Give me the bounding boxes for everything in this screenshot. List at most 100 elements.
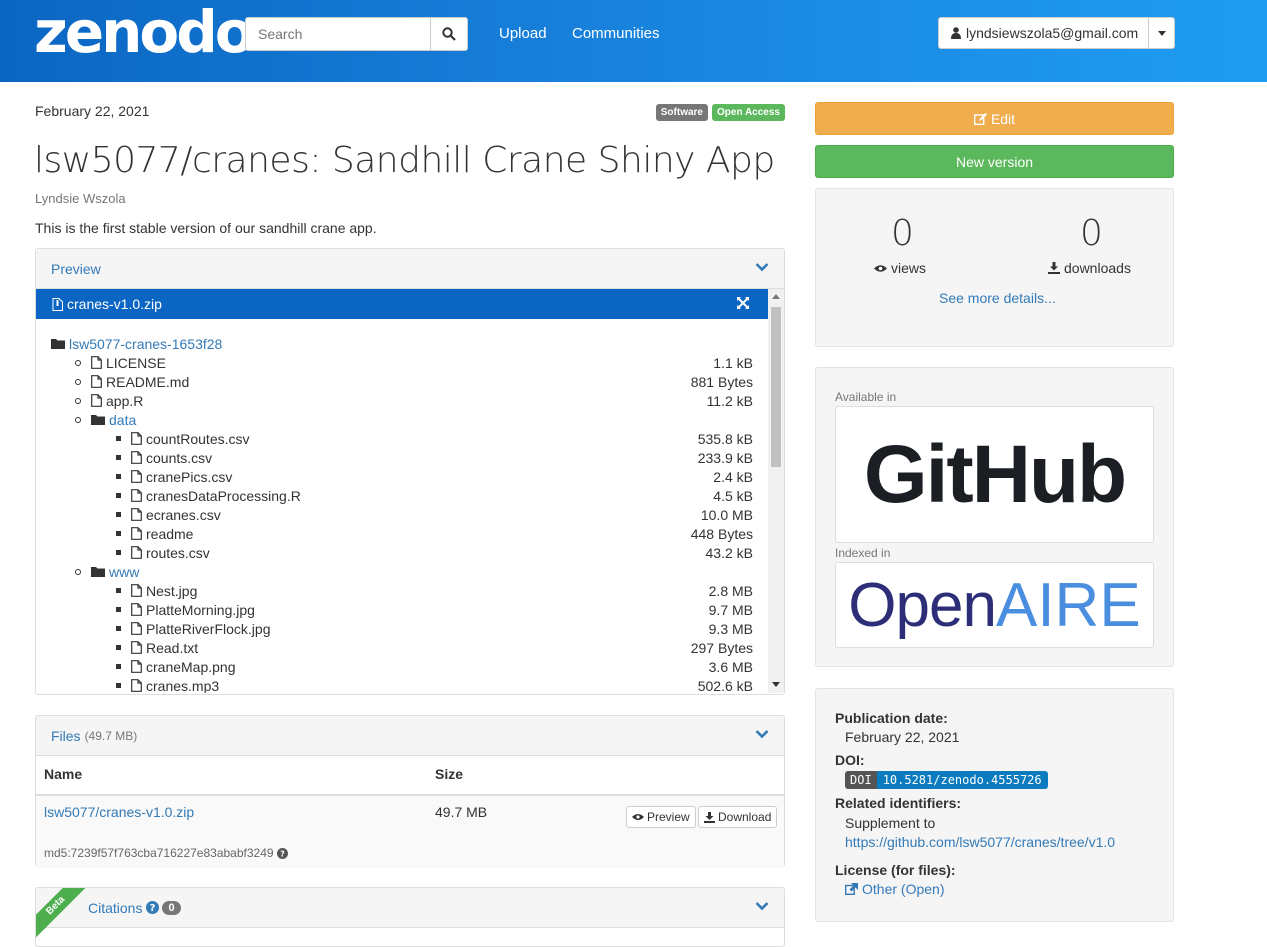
chevron-down-icon[interactable] [755,901,769,911]
tree-file-item: countRoutes.csv 535.8 kB [36,429,768,448]
tree-file-item: Nest.jpg 2.8 MB [36,581,768,600]
badge-software: Software [655,104,708,121]
file-icon [91,375,102,388]
preview-scrollbar[interactable] [768,289,784,693]
tree-file-item: cranePics.csv 2.4 kB [36,467,768,486]
tree-file-item: app.R 11.2 kB [36,391,768,410]
tree-file-item: counts.csv 233.9 kB [36,448,768,467]
scroll-thumb[interactable] [771,307,781,467]
badge-open-access: Open Access [712,104,785,121]
file-icon [131,470,142,483]
search-input[interactable] [245,17,431,51]
external-link-icon [845,883,858,895]
indexed-well: Available in GitHub Indexed in Open AIRE [815,367,1174,667]
edit-button[interactable]: Edit [815,102,1174,135]
chevron-down-icon[interactable] [755,729,769,739]
folder-name[interactable]: www [109,564,139,580]
zenodo-logo[interactable]: zenodo [34,2,255,62]
doi-badge[interactable]: DOI 10.5281/zenodo.4555726 [845,771,1048,789]
search-icon [442,27,456,41]
user-menu[interactable]: lyndsiewszola5@gmail.com [938,17,1175,49]
fullscreen-icon[interactable] [736,296,750,310]
scroll-down-icon[interactable] [772,682,780,687]
publication-date-label: Publication date: [835,710,948,726]
file-name: cranePics.csv [146,468,233,485]
file-size: 4.5 kB [713,487,753,504]
related-identifiers-label: Related identifiers: [835,795,962,811]
files-heading-label: Files [51,727,81,744]
files-heading[interactable]: Files (49.7 MB) [36,716,784,756]
preview-heading[interactable]: Preview [36,249,784,289]
list-bullet [116,607,121,612]
tree-file-item: LICENSE 1.1 kB [36,353,768,372]
record-author[interactable]: Lyndsie Wszola [35,191,126,206]
new-version-label: New version [955,153,1034,170]
publication-date: February 22, 2021 [845,729,960,745]
preview-button[interactable]: Preview [626,806,696,828]
file-name: counts.csv [146,449,213,466]
folder-name[interactable]: lsw5077-cranes-1653f28 [69,336,222,352]
user-menu-toggle[interactable] [1148,18,1174,48]
tree-file-item: cranes.mp3 502.6 kB [36,676,768,693]
file-size: 49.7 MB [435,804,488,820]
help-icon[interactable]: ? [276,847,288,859]
zip-file-icon [52,297,63,311]
file-icon [131,508,142,521]
table-row: lsw5077/cranes-v1.0.zip 49.7 MB Preview … [36,794,784,868]
user-email: lyndsiewszola5@gmail.com [966,25,1139,41]
new-version-button[interactable]: New version [815,145,1174,178]
list-bullet [116,588,121,593]
tree-file-item: Read.txt 297 Bytes [36,638,768,657]
doi-badge-prefix: DOI [845,771,877,789]
file-link[interactable]: lsw5077/cranes-v1.0.zip [44,804,194,820]
doi-label: DOI: [835,752,865,768]
tree-root-folder[interactable]: lsw5077-cranes-1653f28 [36,334,768,353]
openaire-wordmark-open: Open [848,570,997,640]
file-name: app.R [106,392,144,409]
supplement-to: Supplement to [845,815,936,831]
openaire-logo[interactable]: Open AIRE [835,562,1154,648]
tree-file-item: craneMap.png 3.6 MB [36,657,768,676]
file-icon [91,356,102,369]
preview-file-name: cranes-v1.0.zip [67,296,162,312]
file-size: 3.6 MB [708,658,753,675]
related-identifier-link[interactable]: https://github.com/lsw5077/cranes/tree/v… [845,834,1115,850]
github-logo[interactable]: GitHub [835,406,1154,543]
doi-value: 10.5281/zenodo.4555726 [876,771,1048,789]
list-bullet [75,397,81,404]
tree-file-item: cranesDataProcessing.R 4.5 kB [36,486,768,505]
file-name: ecranes.csv [146,506,221,523]
file-size: 881 Bytes [690,373,753,390]
preview-file-bar: cranes-v1.0.zip [36,289,768,319]
folder-icon [91,567,105,577]
scroll-up-icon[interactable] [772,294,780,299]
downloads-count: 0 [1080,213,1103,254]
see-more-details-link[interactable]: See more details... [939,290,1056,306]
views-label: views [874,260,926,276]
folder-name[interactable]: data [109,412,136,428]
chevron-down-icon[interactable] [755,262,769,272]
tree-folder-www[interactable]: www [36,562,768,581]
tree-file-item: PlatteMorning.jpg 9.7 MB [36,600,768,619]
user-menu-button[interactable]: lyndsiewszola5@gmail.com [939,18,1148,48]
nav-communities[interactable]: Communities [572,25,660,42]
tree-folder-data[interactable]: data [36,410,768,429]
help-icon[interactable]: ? [146,901,160,914]
search-button[interactable] [431,17,468,51]
download-button[interactable]: Download [698,806,778,828]
file-size: 502.6 kB [697,677,753,694]
file-icon [131,489,142,502]
caret-down-icon [1157,30,1166,36]
tree-file-item: PlatteRiverFlock.jpg 9.3 MB [36,619,768,638]
file-size: 535.8 kB [697,430,753,447]
record-badges: Software Open Access [655,104,785,121]
views-count: 0 [891,213,914,254]
list-bullet [75,359,81,366]
col-name-header: Name [44,766,83,782]
citations-heading[interactable]: Beta Citations ? 0 [36,888,784,940]
available-in-label: Available in [835,390,897,404]
license-link[interactable]: Other (Open) [845,881,944,897]
nav-upload[interactable]: Upload [499,25,547,42]
files-panel: Files (49.7 MB) Name Size lsw5077/cranes… [35,715,785,868]
tree-file-item: routes.csv 43.2 kB [36,543,768,562]
